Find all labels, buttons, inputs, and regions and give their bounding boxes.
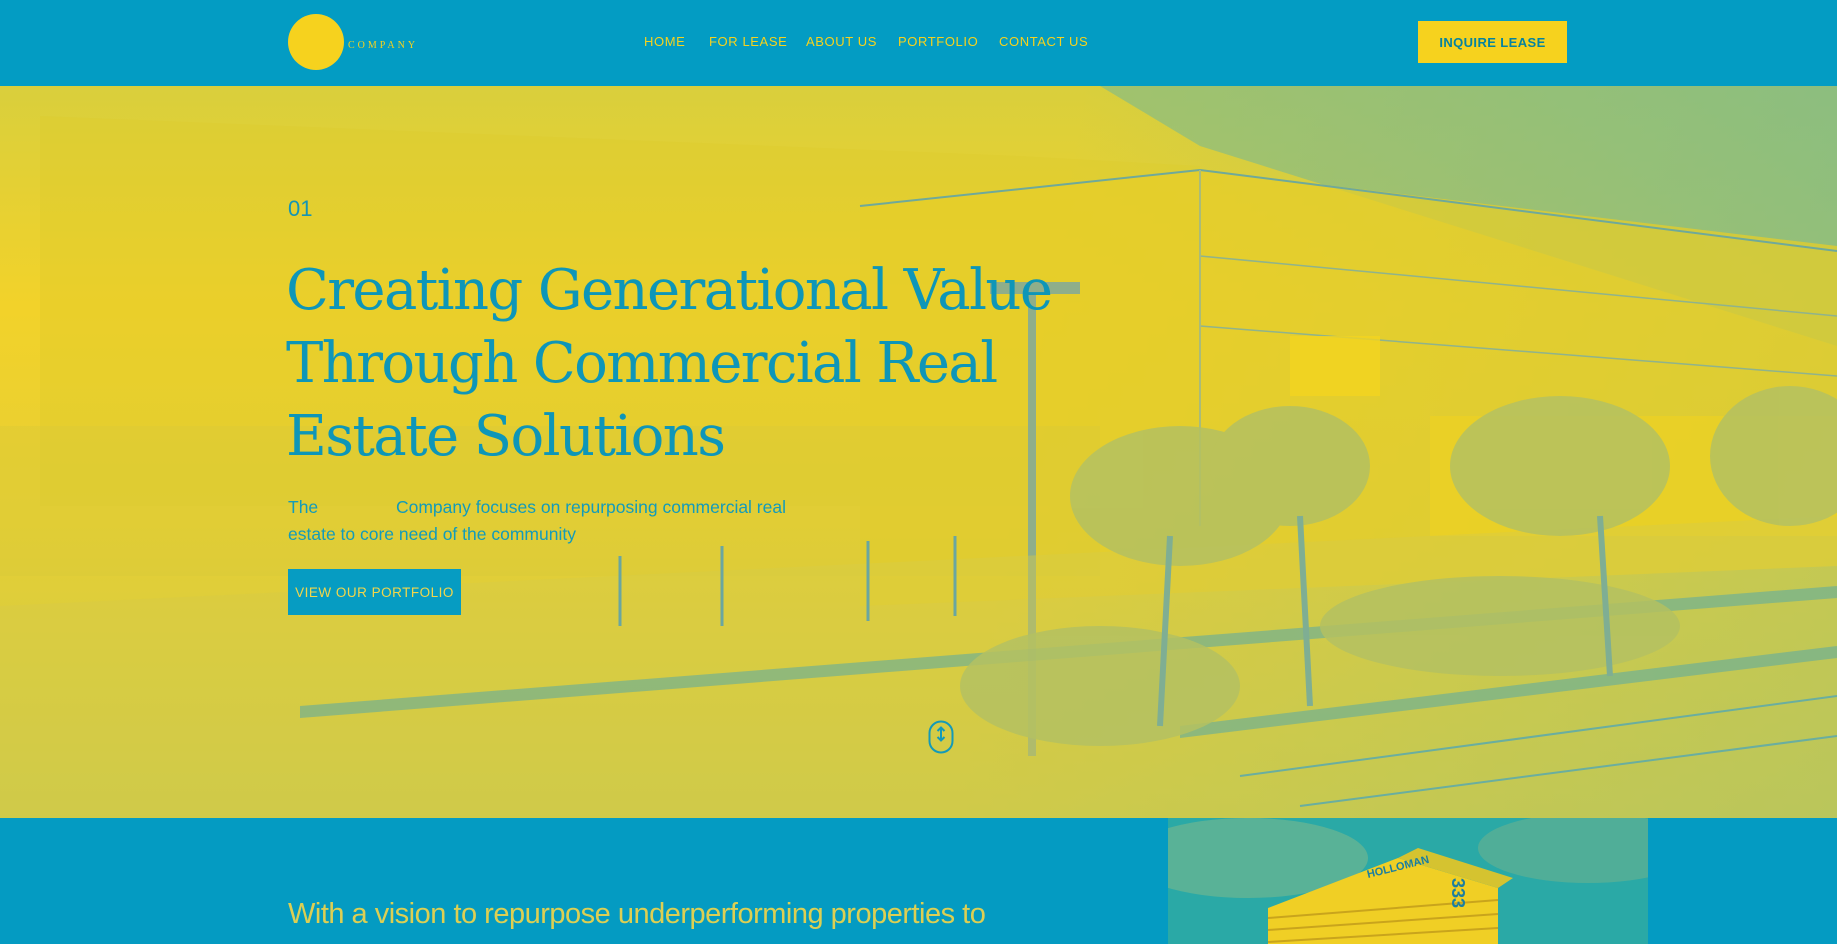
nav-portfolio[interactable]: PORTFOLIO xyxy=(898,34,978,49)
scroll-down-icon[interactable] xyxy=(928,720,954,754)
hero-description: The Company focuses on repurposing comme… xyxy=(288,494,848,548)
hero-section: 01 Creating Generational Value Through C… xyxy=(0,86,1837,818)
building-number-text: 333 xyxy=(1448,878,1468,908)
building-photo: HOLLOMAN 333 xyxy=(1168,818,1648,944)
about-section: With a vision to repurpose underperformi… xyxy=(0,818,1837,944)
nav-contact-us[interactable]: CONTACT US xyxy=(999,34,1088,49)
view-portfolio-button[interactable]: VIEW OUR PORTFOLIO xyxy=(288,569,461,615)
hero-title-line-1: Creating Generational Value xyxy=(286,258,1053,323)
hero-description-line-2: estate to core need of the community xyxy=(288,524,576,544)
site-header: COMPANY HOME FOR LEASE ABOUT US PORTFOLI… xyxy=(0,0,1837,86)
slide-number: 01 xyxy=(288,196,313,221)
hero-description-line-1: The Company focuses on repurposing comme… xyxy=(288,497,786,517)
about-heading: With a vision to repurpose underperformi… xyxy=(288,898,986,930)
hero-title-line-2: Through Commercial Real xyxy=(286,331,998,396)
nav-about-us[interactable]: ABOUT US xyxy=(806,34,877,49)
hero-title: Creating Generational Value Through Comm… xyxy=(286,254,1053,473)
hero-title-line-3: Estate Solutions xyxy=(286,404,726,469)
nav-for-lease[interactable]: FOR LEASE xyxy=(709,34,787,49)
inquire-lease-button[interactable]: INQUIRE LEASE xyxy=(1418,21,1567,63)
nav-home[interactable]: HOME xyxy=(644,34,685,49)
